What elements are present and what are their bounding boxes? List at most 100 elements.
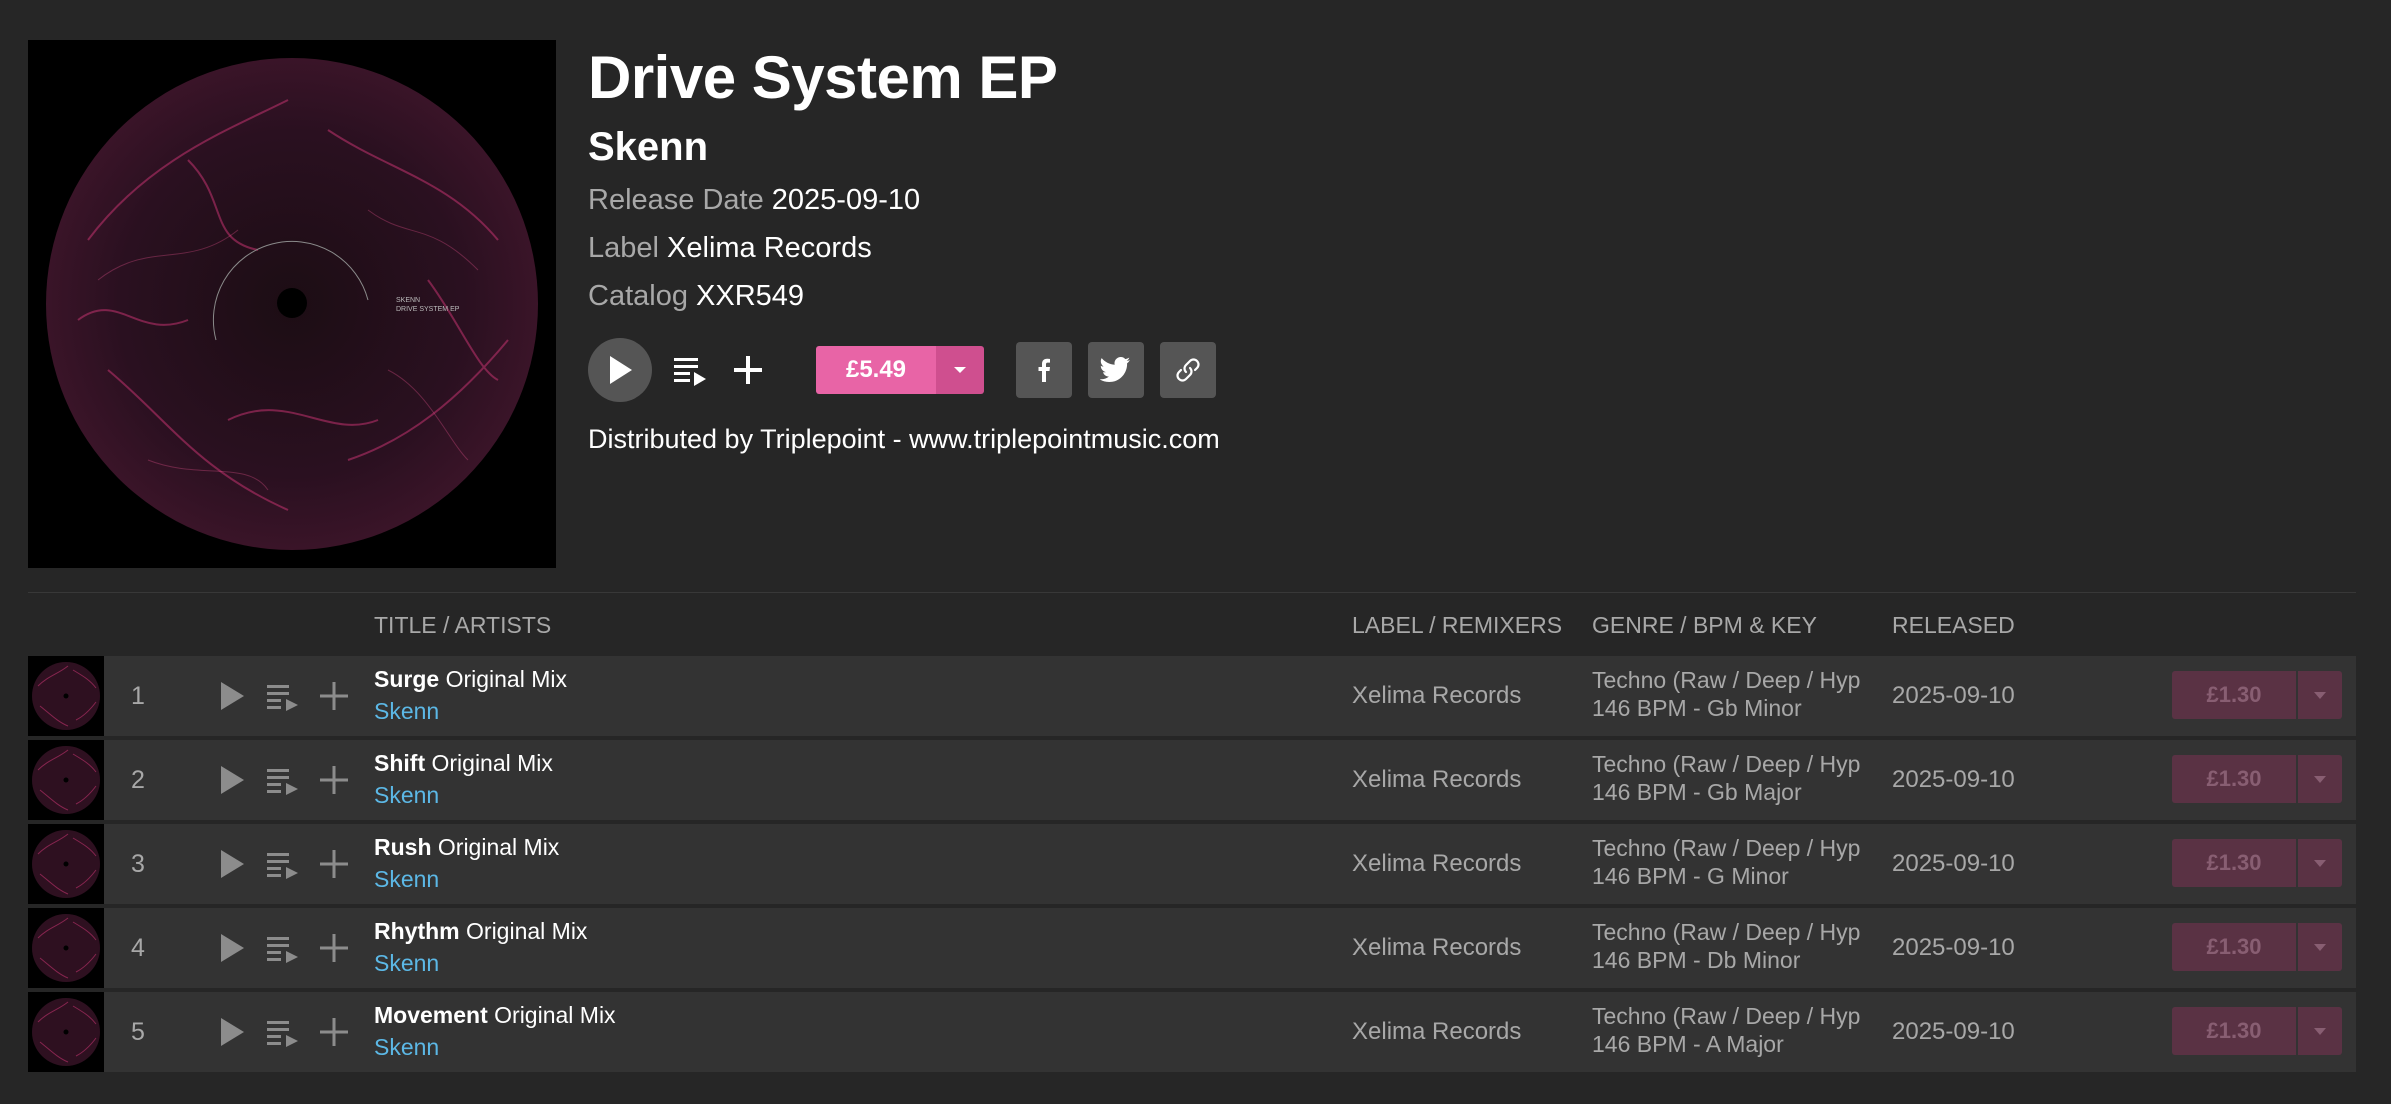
track-price[interactable]: £1.30 — [2172, 755, 2296, 803]
track-label[interactable]: Xelima Records — [1352, 908, 1521, 988]
track-artist[interactable]: Skenn — [374, 866, 439, 893]
track-price[interactable]: £1.30 — [2172, 923, 2296, 971]
label-label: Label — [588, 232, 659, 264]
table-row[interactable]: 2 Shift Original Mix Skenn Xelima Record… — [28, 740, 2356, 820]
cover-text-artist: SKENN — [396, 297, 420, 304]
play-icon — [610, 356, 632, 384]
track-price[interactable]: £1.30 — [2172, 839, 2296, 887]
table-row[interactable]: 5 Movement Original Mix Skenn Xelima Rec… — [28, 992, 2356, 1072]
track-title[interactable]: Movement Original Mix — [374, 1002, 616, 1029]
track-artist[interactable]: Skenn — [374, 950, 439, 977]
track-buy-button[interactable]: £1.30 — [2172, 923, 2342, 971]
catalog-row: Catalog XXR549 — [588, 272, 1057, 320]
plus-icon — [320, 850, 348, 878]
track-genre-bpm-key: Techno (Raw / Deep / Hypnotic) 146 BPM -… — [1592, 834, 1862, 890]
copy-link-button[interactable] — [1160, 342, 1216, 398]
track-mix: Original Mix — [431, 750, 553, 776]
facebook-icon — [1038, 358, 1050, 382]
track-label[interactable]: Xelima Records — [1352, 824, 1521, 904]
chevron-down-icon — [2314, 775, 2326, 783]
play-icon — [221, 1018, 244, 1046]
track-genre[interactable]: Techno (Raw / Deep / Hypnotic) — [1592, 918, 1862, 946]
play-track-button[interactable] — [218, 932, 246, 969]
track-label[interactable]: Xelima Records — [1352, 740, 1521, 820]
share-twitter-button[interactable] — [1088, 342, 1144, 398]
track-genre-bpm-key: Techno (Raw / Deep / Hypnotic) 146 BPM -… — [1592, 918, 1862, 974]
add-track-to-queue-button[interactable] — [266, 850, 300, 885]
track-buy-button[interactable]: £1.30 — [2172, 839, 2342, 887]
track-bpm-key: 146 BPM - G Minor — [1592, 863, 1789, 889]
chevron-down-icon — [954, 367, 966, 373]
release-buy-dropdown[interactable] — [936, 346, 984, 394]
add-track-to-queue-button[interactable] — [266, 1018, 300, 1053]
track-buy-dropdown[interactable] — [2298, 923, 2342, 971]
track-label[interactable]: Xelima Records — [1352, 992, 1521, 1072]
column-header-label: LABEL / REMIXERS — [1352, 612, 1563, 638]
play-track-button[interactable] — [218, 680, 246, 717]
release-cover-art: SKENN DRIVE SYSTEM EP — [28, 40, 556, 568]
track-mix: Original Mix — [466, 918, 588, 944]
release-price[interactable]: £5.49 — [816, 346, 936, 394]
track-label[interactable]: Xelima Records — [1352, 656, 1521, 736]
track-mix: Original Mix — [437, 834, 560, 860]
table-row[interactable]: 4 Rhythm Original Mix Skenn Xelima Recor… — [28, 908, 2356, 988]
track-name: Shift — [374, 750, 426, 776]
track-price[interactable]: £1.30 — [2172, 1007, 2296, 1055]
track-thumbnail — [28, 908, 104, 988]
track-buy-dropdown[interactable] — [2298, 671, 2342, 719]
track-bpm-key: 146 BPM - Db Minor — [1592, 947, 1801, 973]
release-date-label: Release Date — [588, 184, 764, 216]
section-divider — [28, 592, 2356, 593]
track-name: Rhythm — [374, 918, 460, 944]
track-artist[interactable]: Skenn — [374, 1034, 439, 1061]
label-row: Label Xelima Records — [588, 224, 1057, 272]
play-release-button[interactable] — [588, 338, 652, 402]
release-buy-button[interactable]: £5.49 — [816, 346, 984, 394]
add-track-to-playlist-button[interactable] — [318, 932, 350, 969]
track-buy-button[interactable]: £1.30 — [2172, 755, 2342, 803]
track-artist[interactable]: Skenn — [374, 782, 439, 809]
track-released: 2025-09-10 — [1892, 766, 2015, 793]
add-track-to-queue-button[interactable] — [266, 934, 300, 969]
add-to-queue-icon — [267, 1021, 298, 1047]
track-buy-button[interactable]: £1.30 — [2172, 671, 2342, 719]
track-title[interactable]: Rhythm Original Mix — [374, 918, 587, 945]
track-title[interactable]: Shift Original Mix — [374, 750, 553, 777]
share-facebook-button[interactable] — [1016, 342, 1072, 398]
play-track-button[interactable] — [218, 764, 246, 801]
add-release-to-playlist-button[interactable] — [730, 352, 766, 393]
table-row[interactable]: 1 Surge Original Mix Skenn Xelima Record… — [28, 656, 2356, 736]
track-buy-dropdown[interactable] — [2298, 839, 2342, 887]
track-buy-dropdown[interactable] — [2298, 1007, 2342, 1055]
release-date-row: Release Date 2025-09-10 — [588, 176, 1057, 224]
column-header-released: RELEASED — [1892, 612, 2015, 638]
label-value[interactable]: Xelima Records — [667, 232, 872, 264]
add-release-to-queue-button[interactable] — [672, 352, 708, 393]
track-genre[interactable]: Techno (Raw / Deep / Hypnotic) — [1592, 750, 1862, 778]
track-genre[interactable]: Techno (Raw / Deep / Hypnotic) — [1592, 834, 1862, 862]
add-track-to-queue-button[interactable] — [266, 682, 300, 717]
chevron-down-icon — [2314, 1027, 2326, 1035]
track-genre[interactable]: Techno (Raw / Deep / Hypnotic) — [1592, 666, 1862, 694]
play-track-button[interactable] — [218, 848, 246, 885]
track-number: 1 — [131, 682, 145, 710]
add-track-to-playlist-button[interactable] — [318, 848, 350, 885]
track-title[interactable]: Surge Original Mix — [374, 666, 567, 693]
track-mix: Original Mix — [445, 666, 567, 692]
add-track-to-playlist-button[interactable] — [318, 1016, 350, 1053]
track-thumbnail — [28, 656, 104, 736]
twitter-icon — [1100, 357, 1130, 382]
add-track-to-playlist-button[interactable] — [318, 764, 350, 801]
release-artist[interactable]: Skenn — [588, 122, 1057, 172]
track-genre[interactable]: Techno (Raw / Deep / Hypnotic) — [1592, 1002, 1862, 1030]
track-name: Surge — [374, 666, 440, 692]
add-track-to-playlist-button[interactable] — [318, 680, 350, 717]
track-artist[interactable]: Skenn — [374, 698, 439, 725]
play-track-button[interactable] — [218, 1016, 246, 1053]
add-track-to-queue-button[interactable] — [266, 766, 300, 801]
track-buy-button[interactable]: £1.30 — [2172, 1007, 2342, 1055]
track-title[interactable]: Rush Original Mix — [374, 834, 559, 861]
track-buy-dropdown[interactable] — [2298, 755, 2342, 803]
table-row[interactable]: 3 Rush Original Mix Skenn Xelima Records… — [28, 824, 2356, 904]
track-price[interactable]: £1.30 — [2172, 671, 2296, 719]
